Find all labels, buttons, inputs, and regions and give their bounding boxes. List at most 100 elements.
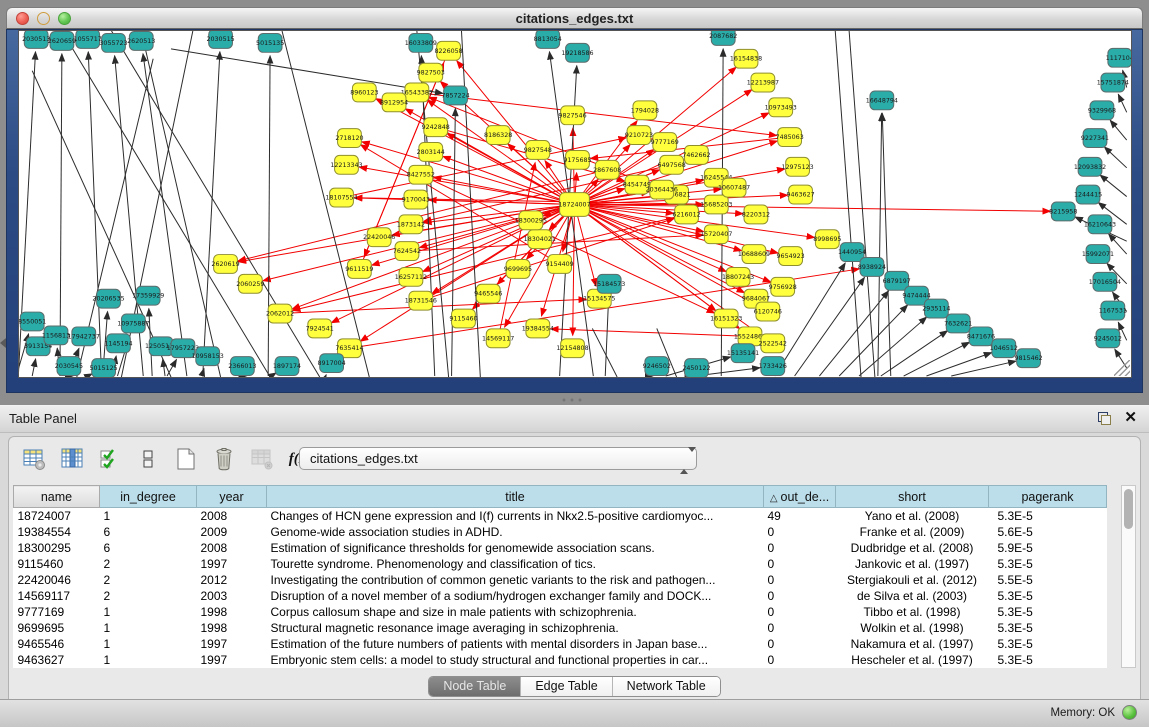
graph-node[interactable]: 7632621 [944, 314, 972, 333]
graph-node[interactable]: 9611519 [345, 260, 373, 279]
graph-node[interactable]: 17359929 [132, 286, 164, 305]
graph-node[interactable]: 10688609 [738, 245, 770, 264]
graph-node[interactable]: 9245012 [1094, 329, 1122, 348]
graph-node[interactable]: 22420046 [363, 228, 395, 247]
graph-node[interactable]: 7857224 [441, 86, 469, 105]
column-header-year[interactable]: year [197, 486, 267, 508]
graph-node[interactable]: 2867608 [593, 160, 621, 179]
table-row[interactable]: 1830029562008Estimation of significance … [14, 540, 1107, 556]
table-row[interactable]: 911546021997Tourette syndrome. Phenomeno… [14, 556, 1107, 572]
column-header-title[interactable]: title [267, 486, 764, 508]
graph-node[interactable]: 9827546 [558, 106, 586, 125]
graph-node[interactable]: 9329968 [1088, 101, 1116, 120]
graph-node[interactable]: 5015135 [256, 33, 284, 52]
graph-node[interactable]: 8186328 [484, 126, 512, 145]
graph-node[interactable]: 19218586 [561, 43, 593, 62]
graph-node[interactable]: 16648794 [866, 91, 898, 110]
graph-node[interactable]: 12975123 [781, 157, 813, 176]
graph-node[interactable]: 16257112 [395, 267, 427, 286]
graph-node[interactable]: 17016504 [1089, 272, 1121, 291]
column-header-pagerank[interactable]: pagerank [989, 486, 1107, 508]
graph-node[interactable]: 15184573 [593, 274, 625, 293]
graph-node[interactable]: 16151323 [710, 309, 742, 328]
graph-node[interactable]: 10973493 [765, 98, 797, 117]
graph-node[interactable]: 15720407 [700, 225, 732, 244]
column-header-name[interactable]: name [14, 486, 100, 508]
graph-node[interactable]: 2620619 [211, 255, 239, 274]
graph-node[interactable]: 1897174 [273, 357, 301, 376]
graph-node[interactable]: 1117104 [1106, 48, 1131, 67]
graph-node[interactable]: 2620513 [127, 31, 155, 50]
graph-node[interactable]: 2087682 [709, 31, 737, 45]
graph-node[interactable]: 9815462 [1014, 349, 1042, 368]
table-scrollbar[interactable] [1121, 485, 1136, 668]
delete-table-icon[interactable] [211, 446, 237, 472]
tab-edge-table[interactable]: Edge Table [520, 677, 611, 696]
graph-node[interactable]: 2935114 [922, 299, 950, 318]
graph-node[interactable]: 8960123 [350, 83, 378, 102]
table-row[interactable]: 946362711997Embryonic stem cells: a mode… [14, 652, 1107, 668]
graph-node[interactable]: 12154808 [556, 339, 588, 358]
table-selector-dropdown[interactable]: citations_edges.txt [299, 447, 697, 470]
table-settings-icon[interactable] [21, 446, 47, 472]
graph-node[interactable]: 9756928 [769, 277, 797, 296]
column-header-in_degree[interactable]: in_degree [100, 486, 197, 508]
table-row[interactable]: 1938455462009Genome-wide association stu… [14, 524, 1107, 540]
graph-node[interactable]: 12213343 [330, 155, 362, 174]
graph-node[interactable]: 16154838 [730, 49, 762, 68]
network-canvas[interactable]: 1872400782260589827503165433828960123891… [18, 30, 1132, 378]
table-row[interactable]: 1456911722003Disruption of a novel membe… [14, 588, 1107, 604]
graph-node[interactable]: 15685203 [700, 195, 732, 214]
graph-node[interactable]: 8220312 [742, 205, 770, 224]
graph-node[interactable]: 8917004 [318, 354, 346, 373]
graph-node[interactable]: 8938924 [858, 258, 886, 277]
graph-node[interactable]: 18107554 [325, 188, 357, 207]
graph-node[interactable]: 7624542 [393, 242, 421, 261]
column-header-short[interactable]: short [836, 486, 989, 508]
graph-node[interactable]: 15135141 [727, 344, 759, 363]
graph-node[interactable]: 10975887 [117, 314, 149, 333]
graph-node[interactable]: 15751874 [1097, 73, 1129, 92]
graph-node[interactable]: 8471676 [967, 327, 995, 346]
graph-node[interactable]: 8427552 [407, 165, 435, 184]
hub-node[interactable]: 18724007 [558, 193, 590, 217]
graph-node[interactable]: 6120746 [754, 302, 782, 321]
column-header-out_de[interactable]: △out_de... [764, 486, 836, 508]
row-height-icon[interactable] [135, 446, 161, 472]
tab-network-table[interactable]: Network Table [612, 677, 720, 696]
graph-node[interactable]: 8912954 [380, 93, 408, 112]
graph-node[interactable]: 1244415 [1074, 185, 1102, 204]
float-window-icon[interactable] [1098, 412, 1111, 425]
graph-node[interactable]: 1145194 [104, 334, 132, 353]
graph-node[interactable]: 18300295 [515, 211, 547, 230]
graph-node[interactable]: 12093832 [1074, 157, 1106, 176]
graph-node[interactable]: 9242848 [422, 118, 450, 137]
select-columns-icon[interactable] [59, 446, 85, 472]
graph-node[interactable]: 8813054 [534, 31, 562, 48]
graph-node[interactable]: 2030513 [22, 31, 50, 48]
graph-node[interactable]: 9699695 [504, 260, 532, 279]
graph-node[interactable]: 9227341 [1081, 129, 1109, 148]
graph-node[interactable]: 2450122 [682, 359, 710, 377]
graph-node[interactable]: 9827548 [524, 141, 552, 160]
table-row[interactable]: 946554611997Estimation of the future num… [14, 636, 1107, 652]
graph-node[interactable]: 9654923 [777, 247, 805, 266]
selection-mode-icon[interactable] [97, 446, 123, 472]
graph-node[interactable]: 1055717 [74, 31, 102, 48]
table-row[interactable]: 2242004622012Investigating the contribut… [14, 572, 1107, 588]
collapsed-sidebar-arrow[interactable] [0, 338, 6, 348]
graph-node[interactable]: 17942737 [68, 327, 100, 346]
tab-node-table[interactable]: Node Table [429, 677, 520, 696]
graph-node[interactable]: 10607487 [718, 178, 750, 197]
graph-node[interactable]: 1873142 [397, 215, 425, 234]
graph-node[interactable]: 2366013 [228, 357, 256, 376]
graph-node[interactable]: 2522542 [759, 334, 787, 353]
graph-node[interactable]: 10958153 [192, 347, 224, 366]
citation-network-graph[interactable]: 1872400782260589827503165433828960123891… [19, 31, 1131, 377]
graph-node[interactable]: 1794028 [631, 101, 659, 120]
graph-node[interactable]: 3055723 [99, 33, 127, 52]
close-icon[interactable]: ✕ [1124, 409, 1137, 427]
graph-node[interactable]: 9175685 [563, 150, 591, 169]
graph-node[interactable]: 9465546 [474, 284, 502, 303]
graph-node[interactable]: 8550051 [19, 312, 46, 331]
